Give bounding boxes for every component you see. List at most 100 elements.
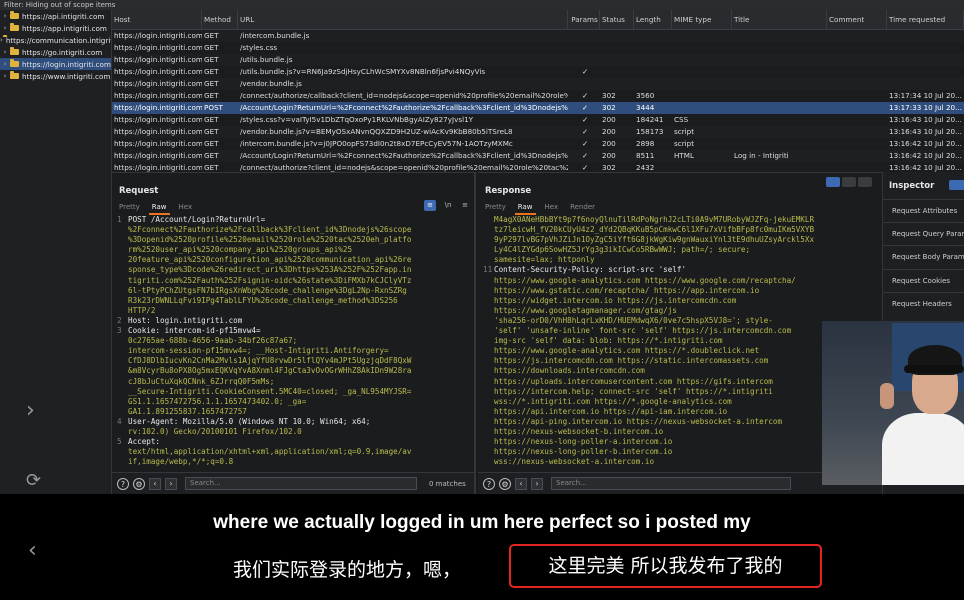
- chevron-right-icon[interactable]: ›: [0, 48, 10, 56]
- tab-render[interactable]: Render: [570, 203, 595, 211]
- line-text: https://nexus-websocket-b.intercom.io: [494, 426, 664, 436]
- code-line: 2 Host: login.intigriti.com: [117, 316, 470, 326]
- code-line: rv:102.0) Gecko/20100101 Firefox/102.0: [117, 427, 470, 437]
- burp-suite-window: Filter: Hiding out of scope items › https…: [0, 0, 964, 494]
- table-cell: /Account/Login?ReturnUrl=%2Fconnect%2Fau…: [240, 103, 568, 112]
- column-header[interactable]: Length: [634, 10, 672, 29]
- site-map-item[interactable]: › https://login.intigriti.com: [0, 58, 111, 70]
- line-number: 5: [117, 437, 122, 447]
- site-map-item[interactable]: › https://app.intigriti.com: [0, 22, 111, 34]
- inspector-cookies[interactable]: Request Cookies: [883, 269, 964, 291]
- response-editor[interactable]: M4agX0ANeHBbBYt9p7f6noyQlnuTilRdPoNgrhJ2…: [483, 215, 878, 470]
- tab-raw[interactable]: Raw: [148, 203, 170, 215]
- line-text: https://nexus-long-poller-a.intercom.io: [494, 437, 673, 447]
- table-cell: [732, 162, 827, 172]
- tab-pretty[interactable]: Pretty: [485, 203, 506, 211]
- table-row[interactable]: https://login.intigriti.com GET/connect/a…: [112, 162, 964, 172]
- filter-bar[interactable]: Filter: Hiding out of scope items: [0, 0, 964, 10]
- chevron-right-icon[interactable]: ›: [0, 24, 10, 32]
- table-cell: [672, 42, 732, 54]
- line-text: Cookie: intercom-id-pf15mvw4=: [128, 326, 261, 336]
- split-vertical-icon[interactable]: [842, 177, 856, 187]
- request-search-input[interactable]: Search...: [185, 477, 417, 490]
- table-cell: ✓: [581, 67, 589, 76]
- inspector-query-params[interactable]: Request Query Parameters: [883, 222, 964, 244]
- table-row[interactable]: https://login.intigriti.com GET/Account/L…: [112, 150, 964, 162]
- back-icon[interactable]: ‹: [149, 477, 161, 490]
- inspector-headers[interactable]: Request Headers: [883, 292, 964, 314]
- forward-icon[interactable]: ›: [531, 477, 543, 490]
- newline-icon[interactable]: \n: [442, 200, 454, 211]
- column-header[interactable]: Params: [568, 10, 600, 29]
- table-cell: Log in - Intigriti: [734, 151, 789, 160]
- line-text: https://nexus-long-poller-b.intercom.io: [494, 447, 673, 457]
- table-cell: [732, 66, 827, 78]
- inspector-body-params[interactable]: Request Body Parameters: [883, 245, 964, 267]
- table-cell: 2898: [636, 139, 655, 148]
- table-cell: https://login.intigriti.com: [114, 127, 202, 136]
- column-header[interactable]: Comment: [827, 10, 887, 29]
- line-text: rm%2520user_api%2520company_api%2520grou…: [128, 245, 353, 255]
- wrap-lines-icon[interactable]: ≡: [424, 200, 436, 211]
- request-editor[interactable]: 1 POST /Account/Login?ReturnUrl= %2Fconnec…: [117, 215, 470, 470]
- help-icon[interactable]: ?: [483, 477, 495, 490]
- tab-raw[interactable]: Raw: [514, 203, 536, 215]
- split-horizontal-icon[interactable]: [826, 177, 840, 187]
- table-cell: 200: [602, 115, 616, 124]
- table-cell: 302: [602, 91, 616, 100]
- table-cell: [732, 54, 827, 66]
- table-cell: ✓: [581, 151, 589, 160]
- refresh-icon[interactable]: ⟳: [26, 470, 41, 491]
- line-text: Ly4C4lZYGdp6SowHZ5JrYg3g3ikICwCo5RBwWWJ;…: [494, 245, 751, 255]
- back-icon[interactable]: ‹: [515, 477, 527, 490]
- chevron-right-icon[interactable]: ›: [0, 72, 10, 80]
- table-row[interactable]: https://login.intigriti.com GET/styles.cs…: [112, 42, 964, 54]
- table-row[interactable]: https://login.intigriti.com GET/styles.cs…: [112, 114, 964, 126]
- menu-icon[interactable]: ≡: [460, 200, 470, 211]
- code-line: tz7leicwH_fV20kCUyU4z2_dYd2QBqKKuB5pCmkw…: [483, 225, 878, 235]
- column-header[interactable]: Host: [112, 10, 202, 29]
- site-map-item[interactable]: › https://www.intigriti.com: [0, 70, 111, 82]
- table-row[interactable]: https://login.intigriti.com GET/intercom.…: [112, 138, 964, 150]
- tab-pretty[interactable]: Pretty: [119, 203, 140, 211]
- site-map-item[interactable]: › https://go.intigriti.com: [0, 46, 111, 58]
- chevron-right-icon[interactable]: ›: [26, 398, 35, 423]
- inspector-request-attributes[interactable]: Request Attributes: [883, 199, 964, 221]
- single-pane-icon[interactable]: [858, 177, 872, 187]
- column-header[interactable]: URL: [238, 10, 568, 29]
- inspector-toggle-icon[interactable]: [949, 180, 964, 190]
- column-header[interactable]: Time requested: [887, 10, 964, 29]
- site-map-item[interactable]: ›https://communication.intigriti.com: [0, 34, 111, 46]
- table-row[interactable]: https://login.intigriti.com GET/utils.bun…: [112, 66, 964, 78]
- table-row[interactable]: https://login.intigriti.com GET/vendor.bu…: [112, 126, 964, 138]
- gear-icon[interactable]: ⚙: [499, 477, 511, 490]
- table-row[interactable]: https://login.intigriti.com GET/intercom.…: [112, 30, 964, 42]
- tab-hex[interactable]: Hex: [179, 203, 193, 211]
- table-row[interactable]: https://login.intigriti.com GET/connect/a…: [112, 90, 964, 102]
- table-row[interactable]: https://login.intigriti.com GET/utils.bun…: [112, 54, 964, 66]
- line-text: https://www.gstatic.com/recaptcha/ https…: [494, 285, 760, 295]
- table-row[interactable]: https://login.intigriti.com POST/Account/…: [112, 102, 964, 114]
- tab-hex[interactable]: Hex: [545, 203, 559, 211]
- gear-icon[interactable]: ⚙: [133, 477, 145, 490]
- column-header[interactable]: MIME type: [672, 10, 732, 29]
- forward-icon[interactable]: ›: [165, 477, 177, 490]
- table-row[interactable]: https://login.intigriti.com GET/vendor.bu…: [112, 78, 964, 90]
- subtitle-english: where we actually logged in um here perf…: [213, 512, 751, 533]
- table-cell: 13:17:33 10 Jul 20...: [889, 103, 962, 112]
- column-header[interactable]: Method: [202, 10, 238, 29]
- table-cell: [568, 42, 600, 54]
- column-header[interactable]: Title: [732, 10, 827, 29]
- table-cell: [732, 114, 827, 126]
- chevron-right-icon[interactable]: ›: [0, 12, 10, 20]
- table-cell: [827, 54, 887, 66]
- site-map-item[interactable]: › https://api.intigriti.com: [0, 10, 111, 22]
- help-icon[interactable]: ?: [117, 477, 129, 490]
- chevron-left-icon[interactable]: ‹: [28, 538, 37, 563]
- line-text: img-src 'self' data: blob: https://*.int…: [494, 336, 723, 346]
- table-cell: 3560: [636, 91, 655, 100]
- chevron-right-icon[interactable]: ›: [0, 60, 10, 68]
- response-search-input[interactable]: Search...: [551, 477, 791, 490]
- chevron-right-icon[interactable]: ›: [0, 36, 3, 44]
- column-header[interactable]: Status: [600, 10, 634, 29]
